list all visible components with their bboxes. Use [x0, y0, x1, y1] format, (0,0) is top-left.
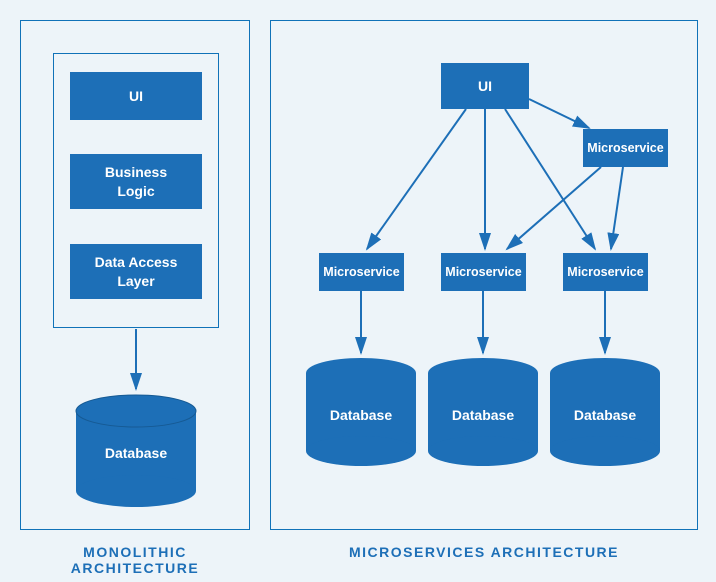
database-b: Database: [425, 357, 541, 467]
monolithic-caption: MONOLITHIC ARCHITECTURE: [20, 544, 250, 576]
business-logic-block: Business Logic: [70, 154, 202, 209]
database-c: Database: [547, 357, 663, 467]
monolith-database-label: Database: [73, 445, 199, 461]
microservice-top: Microservice: [583, 129, 668, 167]
monolithic-inner-box: UI Business Logic Data Access Layer: [53, 53, 219, 328]
monolith-database: Database: [73, 393, 199, 508]
microservice-a: Microservice: [319, 253, 404, 291]
data-access-label: Data Access Layer: [95, 253, 178, 289]
microservice-b: Microservice: [441, 253, 526, 291]
ms-ui-label: UI: [478, 77, 492, 95]
database-c-label: Database: [547, 407, 663, 423]
database-b-label: Database: [425, 407, 541, 423]
database-a-label: Database: [303, 407, 419, 423]
microservice-top-label: Microservice: [587, 140, 663, 156]
ui-label: UI: [129, 87, 143, 105]
ui-block: UI: [70, 72, 202, 120]
monolithic-panel: UI Business Logic Data Access Layer Data…: [20, 20, 250, 530]
data-access-block: Data Access Layer: [70, 244, 202, 299]
business-logic-label: Business Logic: [105, 163, 167, 199]
microservices-caption: MICROSERVICES ARCHITECTURE: [270, 544, 698, 560]
microservice-a-label: Microservice: [323, 264, 399, 280]
microservice-c: Microservice: [563, 253, 648, 291]
microservice-c-label: Microservice: [567, 264, 643, 280]
microservices-panel: UI Microservice Microservice Microservic…: [270, 20, 698, 530]
microservice-b-label: Microservice: [445, 264, 521, 280]
ms-ui-block: UI: [441, 63, 529, 109]
database-a: Database: [303, 357, 419, 467]
